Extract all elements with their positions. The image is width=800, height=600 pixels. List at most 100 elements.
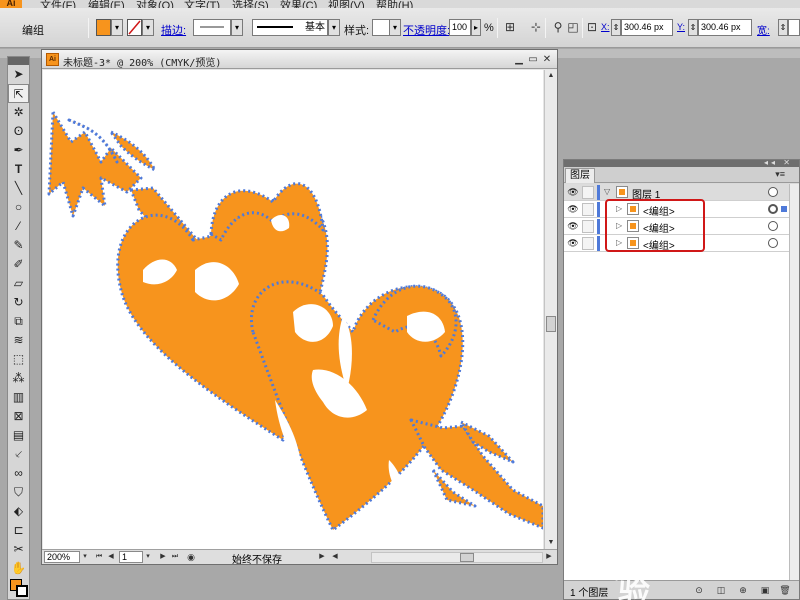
scale-tool-icon[interactable]: ⧉ bbox=[8, 312, 29, 331]
scroll-up-arrow[interactable]: ▲ bbox=[545, 70, 557, 82]
zoom-field[interactable]: 200% bbox=[44, 551, 80, 563]
x-field[interactable]: 300.46 px bbox=[621, 19, 673, 36]
vertical-scrollbar[interactable]: ▲ ▼ bbox=[544, 70, 557, 549]
lock-toggle[interactable] bbox=[582, 203, 594, 216]
menu-object[interactable]: 对象(O) bbox=[136, 0, 174, 8]
isolate-group-icon[interactable]: ⚲ bbox=[550, 19, 566, 36]
slice-tool-icon[interactable]: ✂ bbox=[8, 540, 29, 559]
lock-toggle[interactable] bbox=[582, 186, 594, 199]
menu-file[interactable]: 文件(F) bbox=[40, 0, 76, 8]
opacity-field[interactable]: 100 bbox=[449, 19, 471, 36]
blob-brush-tool-icon[interactable]: ✐ bbox=[8, 255, 29, 274]
status-menu-arrow[interactable]: ▶ bbox=[317, 551, 327, 563]
y-label[interactable]: Y: bbox=[677, 22, 685, 32]
artboard-canvas[interactable] bbox=[43, 70, 543, 549]
gradient-tool-icon[interactable]: ▤ bbox=[8, 426, 29, 445]
panel-menu-icon[interactable]: ▾≡ bbox=[775, 169, 785, 180]
free-transform-tool-icon[interactable]: ⬚ bbox=[8, 350, 29, 369]
stroke-weight-arrow[interactable]: ▾ bbox=[231, 19, 243, 36]
paintbrush-tool-icon[interactable]: ⁄ bbox=[8, 217, 29, 236]
horizontal-scrollbar[interactable] bbox=[371, 552, 543, 563]
target-circle-icon[interactable] bbox=[768, 187, 778, 197]
stroke-dropdown-arrow[interactable]: ▾ bbox=[142, 19, 154, 36]
stroke-swatch[interactable] bbox=[16, 585, 28, 597]
symbol-sprayer-tool-icon[interactable]: ⁂ bbox=[8, 369, 29, 388]
direct-selection-tool-icon[interactable]: ⇱ bbox=[8, 84, 29, 103]
menu-type[interactable]: 文字(T) bbox=[184, 0, 220, 8]
first-artboard-button[interactable]: ⏮ bbox=[94, 551, 104, 563]
x-stepper[interactable]: ⇕ bbox=[611, 19, 621, 36]
target-circle-icon[interactable] bbox=[768, 238, 778, 248]
next-artboard-button[interactable]: ▶ bbox=[158, 551, 168, 563]
w-stepper[interactable]: ⇕ bbox=[778, 19, 788, 36]
toolbox-grip[interactable] bbox=[8, 57, 29, 65]
maximize-button[interactable]: ▭ bbox=[526, 53, 540, 66]
pencil-tool-icon[interactable]: ✎ bbox=[8, 236, 29, 255]
artboard-dropdown-arrow[interactable]: ▾ bbox=[143, 551, 153, 563]
lasso-tool-icon[interactable]: ʘ bbox=[8, 122, 29, 141]
selection-indicator[interactable] bbox=[781, 206, 787, 212]
menu-select[interactable]: 选择(S) bbox=[232, 0, 269, 8]
fill-dropdown-arrow[interactable]: ▾ bbox=[111, 19, 123, 36]
document-titlebar[interactable]: Ai 未标题-3* @ 200% (CMYK/预览) ▁ ▭ ✕ bbox=[42, 50, 557, 69]
w-field[interactable] bbox=[788, 19, 800, 36]
x-label[interactable]: X: bbox=[601, 22, 610, 32]
visibility-eye-icon[interactable]: 👁 bbox=[567, 238, 579, 248]
eraser-tool-icon[interactable]: ▱ bbox=[8, 274, 29, 293]
panel-grip[interactable]: ◂◂ ✕ bbox=[564, 158, 799, 167]
recolor-icon[interactable]: ◰ bbox=[565, 19, 581, 36]
heart-arrow-artwork[interactable] bbox=[43, 70, 543, 549]
scroll-down-arrow[interactable]: ▼ bbox=[545, 537, 557, 549]
collapse-close-icons[interactable]: ◂◂ ✕ bbox=[764, 158, 793, 167]
warp-tool-icon[interactable]: ≋ bbox=[8, 331, 29, 350]
menu-edit[interactable]: 编辑(E) bbox=[88, 0, 125, 8]
hand-tool-icon[interactable]: ✋ bbox=[8, 559, 29, 578]
stroke-profile-arrow[interactable]: ▾ bbox=[328, 19, 340, 36]
artboard-tool-icon[interactable]: ⊏ bbox=[8, 521, 29, 540]
menu-effect[interactable]: 效果(C) bbox=[280, 0, 317, 8]
mesh-tool-icon[interactable]: ⊠ bbox=[8, 407, 29, 426]
expand-down-icon[interactable]: ▽ bbox=[604, 187, 610, 196]
blend-tool-icon[interactable]: ∞ bbox=[8, 464, 29, 483]
horizontal-scroll-thumb[interactable] bbox=[460, 553, 474, 562]
type-tool-icon[interactable]: T bbox=[8, 160, 29, 179]
live-paint-selection-tool-icon[interactable]: ⬖ bbox=[8, 502, 29, 521]
minimize-button[interactable]: ▁ bbox=[512, 53, 526, 66]
y-field[interactable]: 300.46 px bbox=[698, 19, 752, 36]
tab-layers[interactable]: 图层 bbox=[565, 168, 595, 183]
visibility-eye-icon[interactable]: 👁 bbox=[567, 187, 579, 197]
lock-toggle[interactable] bbox=[582, 220, 594, 233]
style-dropdown-arrow[interactable]: ▾ bbox=[389, 19, 401, 36]
w-label[interactable]: 宽: bbox=[757, 22, 770, 37]
target-circle-icon[interactable] bbox=[768, 221, 778, 231]
selection-tool-icon[interactable]: ➤ bbox=[8, 65, 29, 84]
zoom-dropdown-arrow[interactable]: ▾ bbox=[80, 551, 90, 563]
stroke-link[interactable]: 描边: bbox=[161, 22, 186, 38]
stroke-profile-field[interactable]: 基本 bbox=[252, 19, 328, 36]
column-graph-tool-icon[interactable]: ▥ bbox=[8, 388, 29, 407]
fill-color-swatch[interactable] bbox=[96, 19, 111, 36]
transform-icon[interactable]: ⊹ bbox=[528, 19, 544, 36]
eyedropper-tool-icon[interactable]: ⸔ bbox=[8, 445, 29, 464]
artboard-number-field[interactable]: 1 bbox=[119, 551, 143, 563]
style-swatch[interactable] bbox=[372, 19, 390, 36]
magic-wand-tool-icon[interactable]: ✲ bbox=[8, 103, 29, 122]
previous-artboard-button[interactable]: ◀ bbox=[106, 551, 116, 563]
ellipse-tool-icon[interactable]: ○ bbox=[8, 198, 29, 217]
rotate-tool-icon[interactable]: ↻ bbox=[8, 293, 29, 312]
last-artboard-button[interactable]: ⏭ bbox=[170, 551, 180, 563]
menu-view[interactable]: 视图(V) bbox=[328, 0, 365, 8]
stroke-color-swatch[interactable] bbox=[127, 19, 142, 36]
close-button[interactable]: ✕ bbox=[540, 53, 554, 66]
scroll-right-arrow[interactable]: ▶ bbox=[544, 551, 554, 563]
scroll-left-arrow[interactable]: ◀ bbox=[330, 551, 340, 563]
pen-tool-icon[interactable]: ✒ bbox=[8, 141, 29, 160]
opacity-link[interactable]: 不透明度: bbox=[403, 22, 450, 38]
reference-point-icon[interactable]: ⊡ bbox=[584, 19, 600, 36]
y-stepper[interactable]: ⇕ bbox=[688, 19, 698, 36]
visibility-eye-icon[interactable]: 👁 bbox=[567, 221, 579, 231]
line-tool-icon[interactable]: ╲ bbox=[8, 179, 29, 198]
live-paint-bucket-tool-icon[interactable]: ⛉ bbox=[8, 483, 29, 502]
opacity-arrow[interactable]: ▸ bbox=[471, 19, 481, 36]
lock-toggle[interactable] bbox=[582, 237, 594, 250]
